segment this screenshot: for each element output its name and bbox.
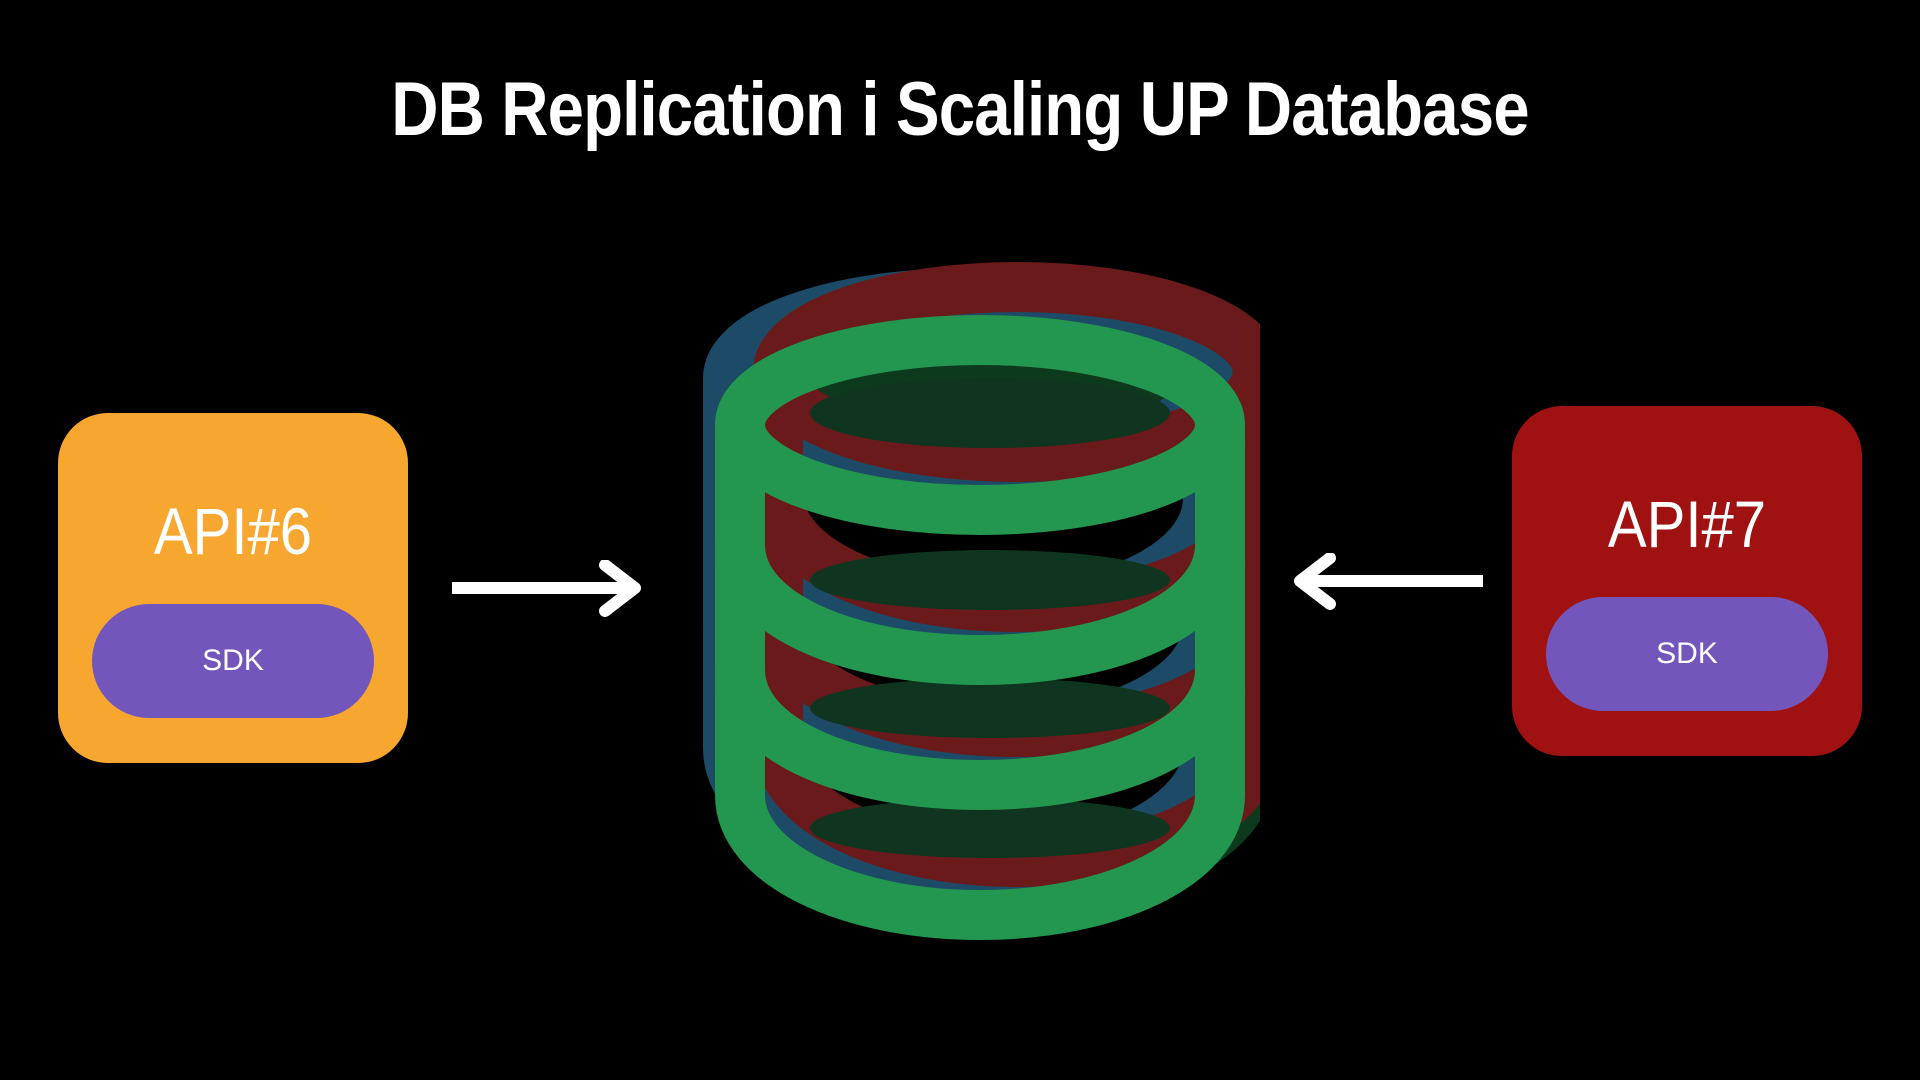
arrow-right-icon xyxy=(452,560,641,617)
api-box-left: API#6 SDK xyxy=(58,413,408,763)
sdk-pill-right: SDK xyxy=(1546,597,1828,711)
diagram-canvas: DB Replication i Scaling UP Database API… xyxy=(0,0,1920,1080)
database-icon xyxy=(690,260,1260,940)
api-label-right: API#7 xyxy=(1607,487,1767,561)
api-label-left: API#6 xyxy=(153,494,313,568)
arrow-left-icon xyxy=(1294,553,1483,610)
page-title: DB Replication i Scaling UP Database xyxy=(391,67,1529,152)
api-box-right: API#7 SDK xyxy=(1512,406,1862,756)
sdk-pill-left: SDK xyxy=(92,604,374,718)
